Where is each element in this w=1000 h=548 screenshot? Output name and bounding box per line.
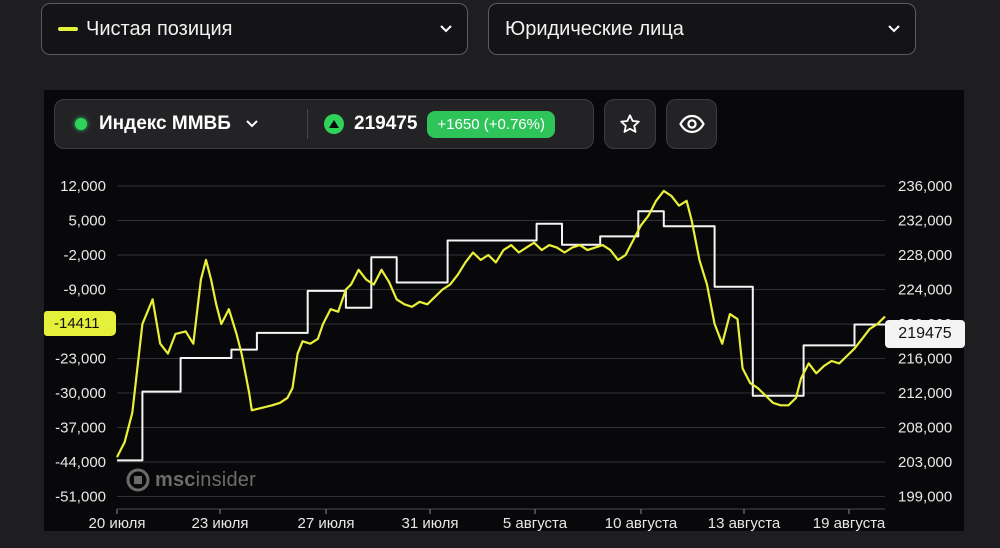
price-block: 219475 +1650 (+0.76%) — [308, 110, 555, 138]
y-right-tick-label: 212,000 — [898, 385, 952, 402]
y-right-tick-label: 232,000 — [898, 213, 952, 230]
y-left-tick-label: 5,000 — [68, 213, 106, 230]
instrument-name-area[interactable]: Индекс ММВБ — [55, 113, 307, 135]
visibility-button[interactable] — [666, 99, 717, 149]
x-tick-label: 31 июля — [401, 515, 458, 532]
watermark: mscinsider — [126, 468, 256, 492]
y-left-tick-label: -23,000 — [55, 351, 106, 368]
x-tick-label: 23 июля — [191, 515, 248, 532]
instrument-price: 219475 — [354, 113, 418, 134]
y-left-tick-label: 12,000 — [60, 178, 106, 195]
y-right-tick-label: 224,000 — [898, 282, 952, 299]
x-tick-label: 13 августа — [708, 515, 781, 532]
chevron-down-icon — [245, 117, 259, 131]
price-change-badge: +1650 (+0.76%) — [427, 110, 555, 138]
x-tick-label: 27 июля — [297, 515, 354, 532]
y-right-tick-label: 228,000 — [898, 247, 952, 264]
x-tick-label: 5 августа — [503, 515, 568, 532]
mscinsider-logo — [126, 468, 150, 492]
y-left-tick-label: -44,000 — [55, 454, 106, 471]
y-left-tick-label: -30,000 — [55, 385, 106, 402]
index-series-line — [117, 210, 885, 462]
y-right-tick-label: 216,000 — [898, 351, 952, 368]
instrument-selector[interactable]: Индекс ММВБ 219475 +1650 (+0.76%) — [54, 99, 594, 149]
current-right-value-tag: 219475 — [885, 320, 965, 348]
watermark-text: mscinsider — [155, 468, 256, 491]
y-left-tick-label: -51,000 — [55, 489, 106, 506]
x-tick-label: 19 августа — [813, 515, 886, 532]
y-right-tick-label: 208,000 — [898, 420, 952, 437]
triangle-up-icon — [324, 114, 344, 134]
favorite-button[interactable] — [604, 99, 656, 149]
chart-canvas[interactable]: 12,000 236,000 5,000 232,000 -2,000 228,000 -9… — [0, 0, 1000, 548]
eye-icon — [678, 114, 705, 134]
star-icon — [620, 114, 640, 133]
y-left-tick-label: -2,000 — [63, 247, 106, 264]
y-left-tick-label: -9,000 — [63, 282, 106, 299]
y-left-tick-label: -37,000 — [55, 420, 106, 437]
current-left-value-tag: -14411 — [44, 311, 116, 336]
y-right-tick-label: 203,000 — [898, 454, 952, 471]
status-dot — [75, 118, 87, 130]
instrument-name: Индекс ММВБ — [99, 113, 231, 134]
x-tick-label: 10 августа — [605, 515, 678, 532]
y-right-tick-label: 199,000 — [898, 489, 952, 506]
y-right-tick-label: 236,000 — [898, 178, 952, 195]
x-tick-label: 20 июля — [88, 515, 145, 532]
